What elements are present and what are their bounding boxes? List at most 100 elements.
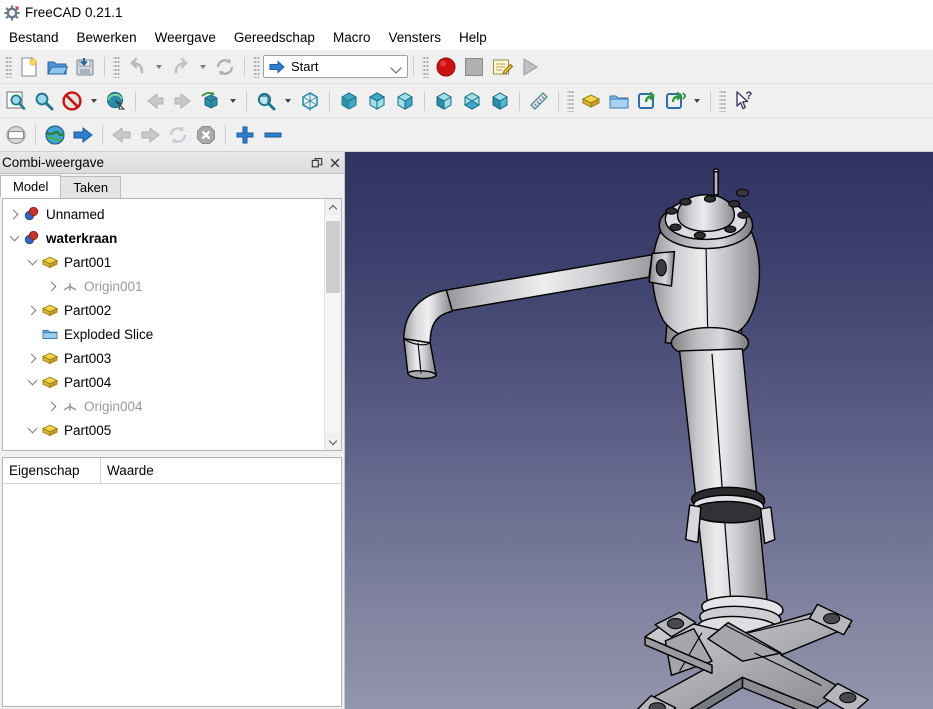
whats-this-icon[interactable]: ? — [729, 87, 757, 115]
macro-execute-icon[interactable] — [516, 53, 544, 81]
tree-item-label: Exploded Slice — [64, 326, 154, 342]
scrollbar-thumb[interactable] — [326, 221, 340, 293]
tree-item-origin001[interactable]: Origin001 — [3, 274, 324, 298]
create-group-icon[interactable] — [605, 87, 633, 115]
macro-edit-icon[interactable] — [488, 53, 516, 81]
workbench-selector[interactable]: Start — [263, 55, 408, 78]
tree-item-part003[interactable]: Part003 — [3, 346, 324, 370]
menu-help[interactable]: Help — [450, 28, 496, 47]
scroll-down-icon[interactable] — [325, 433, 341, 450]
tree-item-part001[interactable]: Part001 — [3, 250, 324, 274]
toolbar-separator — [424, 90, 425, 111]
toolbar-handle[interactable] — [719, 89, 726, 112]
toolbar-handle[interactable] — [422, 55, 429, 78]
draw-style-icon[interactable] — [58, 87, 86, 115]
menu-gereedschap[interactable]: Gereedschap — [225, 28, 324, 47]
menu-bewerken[interactable]: Bewerken — [68, 28, 146, 47]
nav-back-icon[interactable] — [141, 87, 169, 115]
tree-scrollbar[interactable] — [324, 199, 341, 450]
top-view-icon[interactable] — [363, 87, 391, 115]
tab-model[interactable]: Model — [0, 175, 62, 198]
window-title: FreeCAD 0.21.1 — [25, 5, 123, 20]
expander-right-icon[interactable] — [23, 301, 41, 319]
3d-viewport[interactable] — [345, 152, 933, 709]
redo-icon[interactable] — [167, 53, 195, 81]
start-page-icon[interactable] — [2, 121, 30, 149]
scroll-up-icon[interactable] — [325, 199, 341, 216]
menu-vensters[interactable]: Vensters — [379, 28, 450, 47]
create-part-icon[interactable] — [577, 87, 605, 115]
tree-item-origin004[interactable]: Origin004 — [3, 394, 324, 418]
toolbar-separator — [244, 56, 245, 77]
expander-down-icon[interactable] — [23, 421, 41, 439]
undo-dropdown-icon[interactable] — [151, 53, 167, 81]
menu-macro[interactable]: Macro — [324, 28, 380, 47]
save-document-icon[interactable] — [71, 53, 99, 81]
menu-bar: Bestand Bewerken Weergave Gereedschap Ma… — [0, 25, 933, 50]
expander-right-icon[interactable] — [23, 349, 41, 367]
fit-selection-icon[interactable] — [30, 87, 58, 115]
tree-item-part002[interactable]: Part002 — [3, 298, 324, 322]
link-dropdown-icon[interactable] — [689, 87, 705, 115]
toolbar-handle[interactable] — [567, 89, 574, 112]
undo-icon[interactable] — [123, 53, 151, 81]
zoom-in-icon[interactable] — [231, 121, 259, 149]
selection-view-icon[interactable] — [102, 87, 130, 115]
load-url-icon[interactable] — [69, 121, 97, 149]
menu-weergave[interactable]: Weergave — [146, 28, 225, 47]
tree-item-part005[interactable]: Part005 — [3, 418, 324, 442]
tree-item-waterkraan[interactable]: waterkraan — [3, 226, 324, 250]
refresh-icon[interactable] — [211, 53, 239, 81]
tree-item-exploded-slice[interactable]: Exploded Slice — [3, 322, 324, 346]
toolbar-separator — [246, 90, 247, 111]
browser-icon[interactable] — [41, 121, 69, 149]
toolbar-handle[interactable] — [5, 55, 12, 78]
expander-down-icon[interactable] — [23, 373, 41, 391]
macro-stop-icon[interactable] — [460, 53, 488, 81]
isometric-dropdown-icon[interactable] — [225, 87, 241, 115]
draw-style-dropdown-icon[interactable] — [86, 87, 102, 115]
zoom-box-icon[interactable] — [252, 87, 280, 115]
new-document-icon[interactable] — [15, 53, 43, 81]
browser-refresh-icon[interactable] — [164, 121, 192, 149]
browser-stop-icon[interactable] — [192, 121, 220, 149]
left-view-icon[interactable] — [486, 87, 514, 115]
close-icon[interactable] — [326, 154, 344, 172]
tree-item-part004[interactable]: Part004 — [3, 370, 324, 394]
zoom-out-icon[interactable] — [259, 121, 287, 149]
measure-icon[interactable] — [525, 87, 553, 115]
tree-item-label: Part002 — [64, 302, 112, 318]
expander-right-icon[interactable] — [43, 277, 61, 295]
expander-right-icon[interactable] — [43, 397, 61, 415]
browser-forward-icon[interactable] — [136, 121, 164, 149]
fit-all-icon[interactable] — [2, 87, 30, 115]
chevron-down-icon[interactable] — [391, 61, 403, 73]
macro-record-icon[interactable] — [432, 53, 460, 81]
expander-right-icon[interactable] — [5, 205, 23, 223]
isometric-view-icon[interactable] — [197, 87, 225, 115]
property-column-value[interactable]: Waarde — [101, 458, 341, 483]
undock-icon[interactable] — [308, 154, 326, 172]
tab-taken[interactable]: Taken — [60, 176, 122, 198]
zoom-dropdown-icon[interactable] — [280, 87, 296, 115]
part-icon — [41, 301, 59, 319]
axonometric-view-icon[interactable] — [296, 87, 324, 115]
nav-forward-icon[interactable] — [169, 87, 197, 115]
rear-view-icon[interactable] — [430, 87, 458, 115]
expander-down-icon[interactable] — [23, 253, 41, 271]
tree-item-label: Unnamed — [46, 206, 105, 222]
open-document-icon[interactable] — [43, 53, 71, 81]
toolbar-handle[interactable] — [253, 55, 260, 78]
expander-down-icon[interactable] — [5, 229, 23, 247]
make-sublink-icon[interactable] — [661, 87, 689, 115]
front-view-icon[interactable] — [335, 87, 363, 115]
property-column-name[interactable]: Eigenschap — [3, 458, 101, 483]
menu-bestand[interactable]: Bestand — [0, 28, 68, 47]
bottom-view-icon[interactable] — [458, 87, 486, 115]
redo-dropdown-icon[interactable] — [195, 53, 211, 81]
right-view-icon[interactable] — [391, 87, 419, 115]
browser-back-icon[interactable] — [108, 121, 136, 149]
toolbar-handle[interactable] — [113, 55, 120, 78]
tree-item-unnamed[interactable]: Unnamed — [3, 202, 324, 226]
make-link-icon[interactable] — [633, 87, 661, 115]
